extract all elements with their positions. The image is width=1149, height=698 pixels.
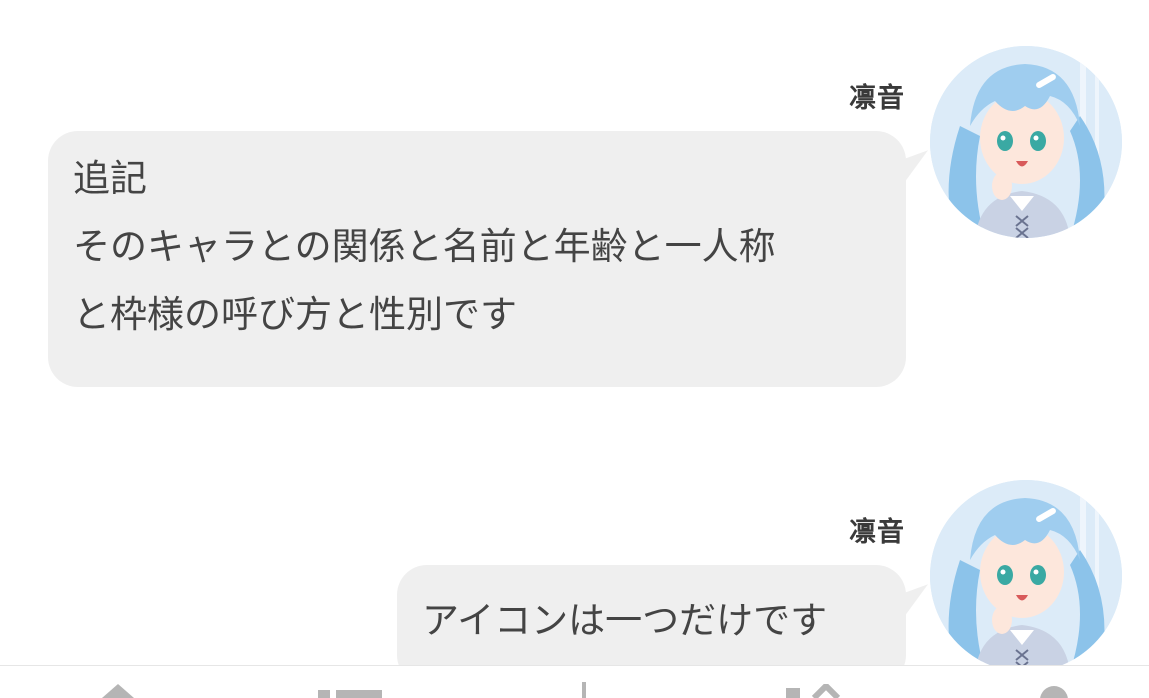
avatar[interactable] xyxy=(930,480,1122,672)
profile-icon[interactable] xyxy=(1036,684,1072,698)
sender-name: 凛音 xyxy=(849,517,905,548)
avatar-image xyxy=(930,46,1122,238)
home-icon[interactable] xyxy=(100,684,136,698)
message-bubble[interactable]: 追記 そのキャラとの関係と名前と年齢と一人称 と枠様の呼び方と性別です xyxy=(48,131,906,387)
bottom-nav-bar xyxy=(0,665,1149,698)
message-line: そのキャラとの関係と名前と年齢と一人称 xyxy=(73,225,776,268)
avatar-image xyxy=(930,480,1122,672)
mail-icon[interactable] xyxy=(786,684,842,698)
sender-name: 凛音 xyxy=(849,83,905,114)
add-icon[interactable] xyxy=(578,682,590,698)
avatar[interactable] xyxy=(930,46,1122,238)
message-line: と枠様の呼び方と性別です xyxy=(73,293,517,336)
list-icon[interactable] xyxy=(318,684,382,698)
message-line: 追記 xyxy=(73,157,147,200)
message-line: アイコンは一つだけです xyxy=(422,599,828,642)
